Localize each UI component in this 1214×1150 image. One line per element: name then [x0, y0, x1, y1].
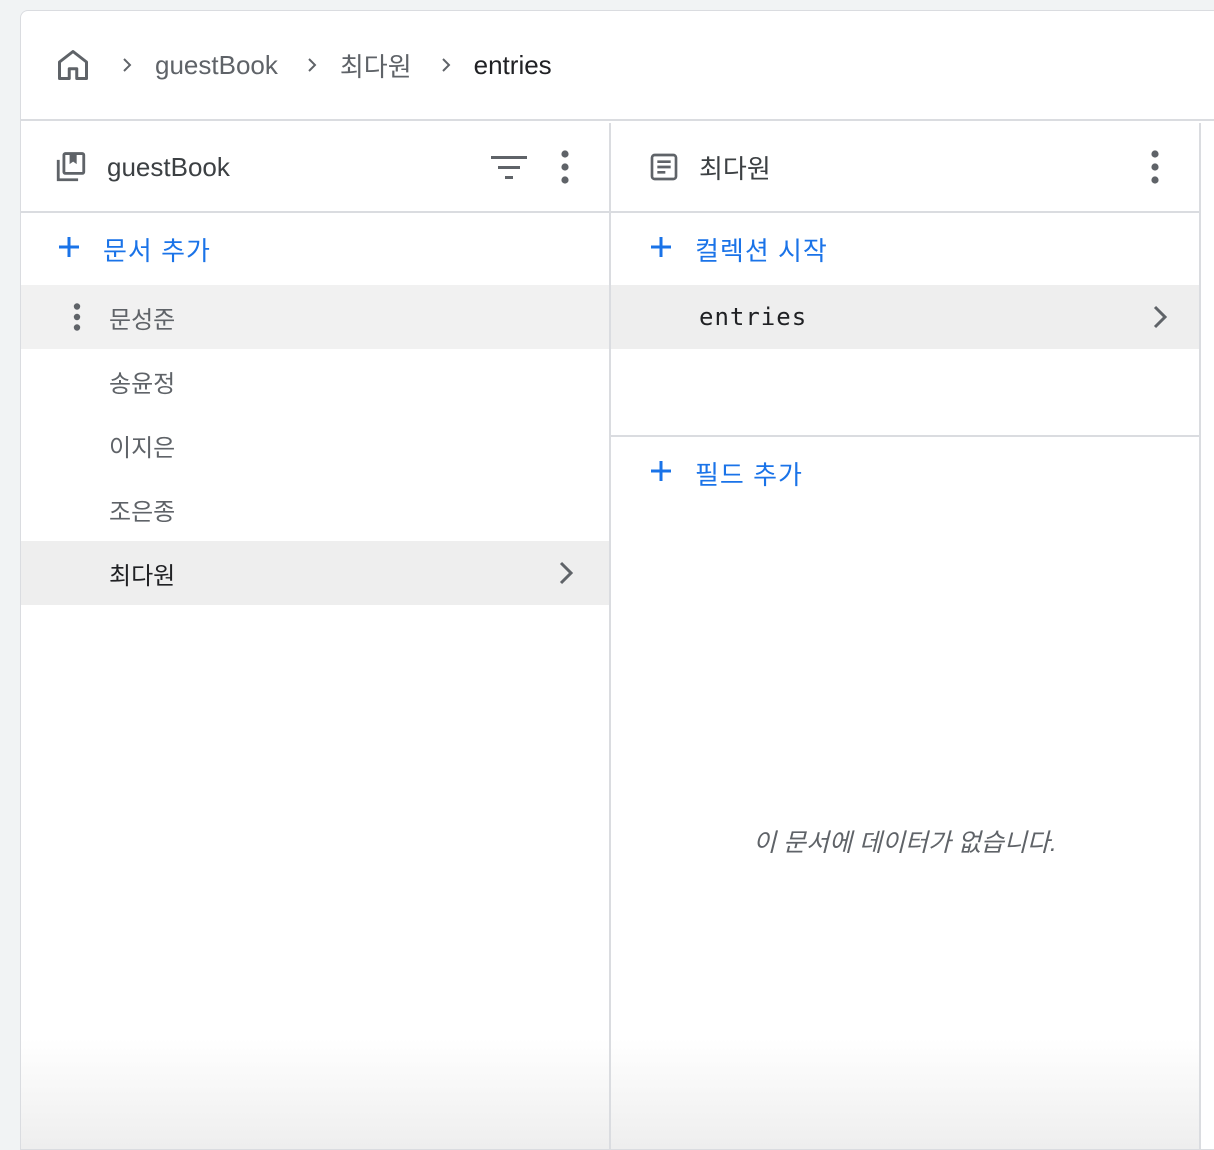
list-item-document[interactable]: 이지은: [21, 413, 609, 477]
breadcrumb-item-current[interactable]: entries: [474, 50, 552, 81]
add-field-button[interactable]: 필드 추가: [611, 437, 1199, 509]
start-collection-button[interactable]: 컬렉션 시작: [611, 213, 1199, 285]
document-id: 조은종: [109, 498, 176, 526]
collection-icon: [53, 149, 89, 185]
more-vert-icon[interactable]: [1135, 147, 1175, 187]
add-document-button[interactable]: 문서 추가: [21, 213, 609, 285]
chevron-right-icon: [115, 53, 139, 77]
chevron-right-icon: [1147, 303, 1175, 331]
empty-document-message: 이 문서에 데이터가 없습니다.: [753, 829, 1057, 857]
filter-icon[interactable]: [489, 147, 529, 187]
collection-title: guestBook: [107, 151, 230, 182]
bottom-fade: [611, 1039, 1199, 1149]
more-vert-icon[interactable]: [63, 303, 91, 331]
chevron-right-icon: [300, 53, 324, 77]
document-id: 문성준: [109, 306, 176, 334]
section-divider: [611, 349, 1199, 437]
plus-icon: [649, 235, 673, 263]
breadcrumb-item-document[interactable]: 최다원: [340, 47, 412, 84]
more-vert-icon[interactable]: [545, 147, 585, 187]
start-collection-label: 컬렉션 시작: [695, 235, 828, 266]
list-item-subcollection[interactable]: entries: [611, 285, 1199, 349]
plus-icon: [57, 235, 81, 263]
breadcrumb: guestBook 최다원 entries: [21, 11, 1214, 121]
list-item-document[interactable]: 조은종: [21, 477, 609, 541]
document-id: 최다원: [109, 562, 176, 590]
document-icon: [647, 150, 681, 184]
chevron-right-icon: [434, 53, 458, 77]
document-id: 이지은: [109, 434, 176, 462]
document-id: 송윤정: [109, 370, 176, 398]
collection-panel: guestBook 문서 추가 문성준 송윤정 이지은 조은종 최다원: [21, 123, 611, 1149]
collection-panel-header: guestBook: [21, 123, 609, 213]
document-panel-header: 최다원: [611, 123, 1199, 213]
chevron-right-icon: [553, 559, 581, 587]
subcollection-id: entries: [699, 303, 808, 331]
list-item-document-selected[interactable]: 최다원: [21, 541, 609, 605]
breadcrumb-item-collection[interactable]: guestBook: [155, 50, 278, 81]
list-item-document[interactable]: 송윤정: [21, 349, 609, 413]
document-panel: 최다원 컬렉션 시작 entries 필드 추가 이 문서에 데이터가 없습니다…: [611, 123, 1201, 1149]
add-field-label: 필드 추가: [695, 459, 803, 490]
add-document-label: 문서 추가: [103, 235, 211, 266]
bottom-fade: [21, 1039, 609, 1149]
list-item-document[interactable]: 문성준: [21, 285, 609, 349]
firestore-data-viewer: guestBook 최다원 entries guestBook 문서 추가 문성…: [20, 10, 1214, 1150]
document-title: 최다원: [699, 153, 771, 184]
home-icon[interactable]: [53, 45, 93, 85]
plus-icon: [649, 459, 673, 487]
